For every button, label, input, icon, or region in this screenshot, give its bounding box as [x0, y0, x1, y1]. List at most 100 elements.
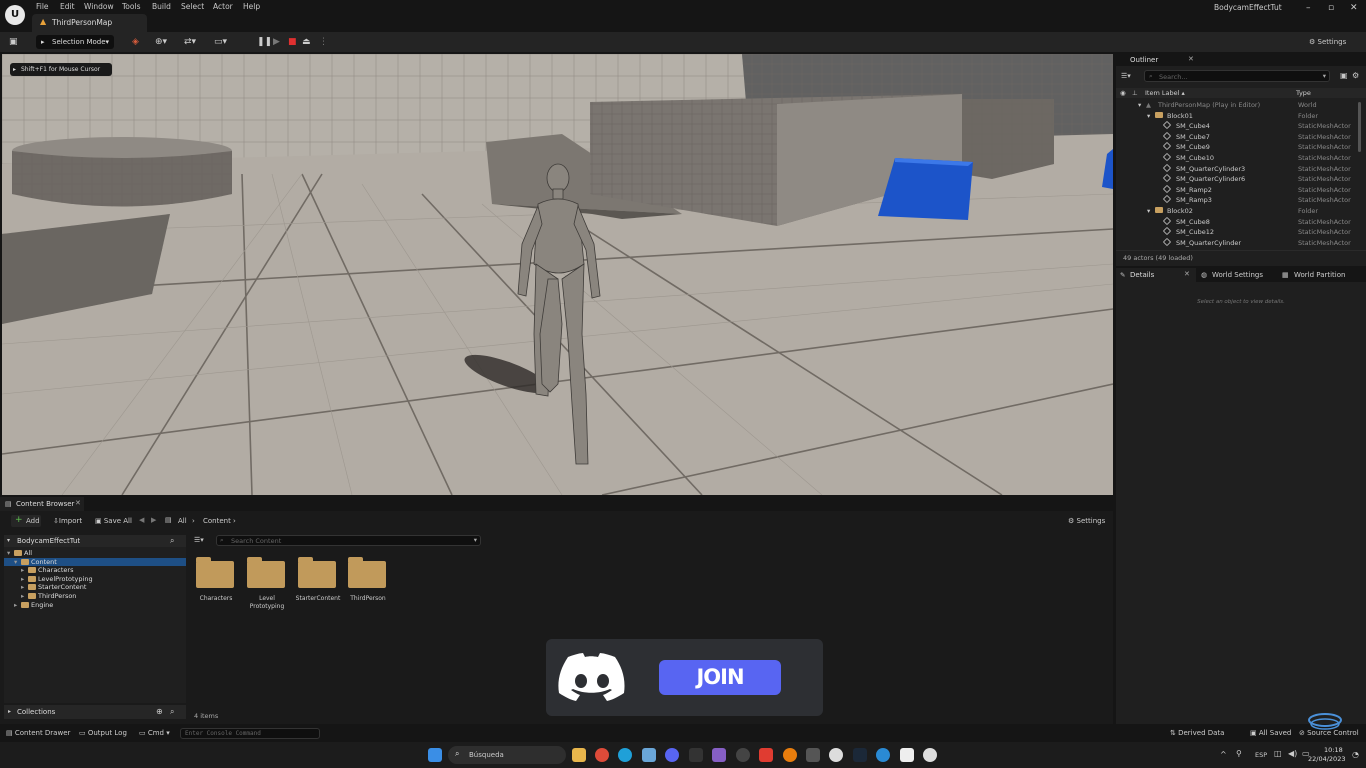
steam-icon[interactable]	[853, 748, 867, 762]
menu-build[interactable]: Build	[152, 2, 171, 11]
maximize-button[interactable]: ▫	[1328, 3, 1334, 13]
all-saved-button[interactable]: ▣ All Saved	[1250, 729, 1291, 737]
new-folder-icon[interactable]: ▣	[1340, 71, 1348, 80]
join-button[interactable]: JOIN	[659, 660, 781, 695]
selection-mode-dropdown[interactable]: ▸ Selection Mode ▾	[36, 35, 114, 49]
chevron-up-icon[interactable]: ^	[1220, 750, 1227, 759]
visibility-icon[interactable]: ◉	[1120, 89, 1126, 97]
microphone-icon[interactable]: ⚲	[1236, 749, 1242, 758]
cmd-dropdown[interactable]: ▭ Cmd ▾	[139, 729, 170, 737]
chrome-icon[interactable]	[595, 748, 609, 762]
breadcrumb-chevron[interactable]: ›	[233, 517, 236, 525]
cb-settings-button[interactable]: ⚙ Settings	[1068, 517, 1105, 525]
close-icon[interactable]: ✕	[75, 499, 81, 507]
unity-icon[interactable]	[806, 748, 820, 762]
filter-icon[interactable]: ☰▾	[1121, 72, 1131, 80]
settings-button[interactable]: ⚙ Settings	[1309, 35, 1346, 49]
blender-icon[interactable]	[783, 748, 797, 762]
content-drawer-button[interactable]: ▤ Content Drawer	[6, 729, 70, 737]
pin-icon[interactable]: ⊥	[1132, 89, 1138, 97]
breadcrumb-content[interactable]: Content	[203, 517, 231, 525]
discord-join-overlay[interactable]: JOIN	[546, 639, 823, 716]
clock-date[interactable]: 22/04/2023	[1308, 755, 1345, 763]
menu-actor[interactable]: Actor	[213, 2, 233, 11]
expand-icon[interactable]: ▸	[21, 583, 24, 592]
expand-icon[interactable]: ▸	[21, 575, 24, 584]
folder-tree-item[interactable]: ▸ LevelPrototyping	[4, 575, 186, 584]
outliner-row[interactable]: ▾ Block01 Folder	[1116, 111, 1356, 122]
expand-icon[interactable]: ▾	[14, 558, 17, 567]
expand-icon[interactable]: ▾	[1147, 206, 1150, 217]
outliner-row[interactable]: SM_Cube10 StaticMeshActor	[1116, 152, 1356, 164]
expand-icon[interactable]: ▸	[21, 592, 24, 601]
folder-tree-item[interactable]: ▸ Characters	[4, 566, 186, 575]
cinematics-icon[interactable]: ▭▾	[214, 35, 227, 49]
col-item-label[interactable]: Item Label ▴	[1145, 89, 1185, 97]
tab-content-browser[interactable]: ▤ Content Browser ✕	[0, 497, 84, 511]
taskbar-search[interactable]: ⌕ Búsqueda	[448, 746, 566, 764]
unreal-launcher-icon[interactable]	[829, 748, 843, 762]
console-input[interactable]: Enter Console Command	[180, 728, 320, 739]
notification-icon[interactable]: ◔	[1352, 750, 1359, 759]
mail-icon[interactable]	[642, 748, 656, 762]
screen-recorder-icon[interactable]	[759, 748, 773, 762]
modes-icon[interactable]: ◈	[132, 35, 139, 49]
outliner-title[interactable]: Outliner	[1130, 56, 1158, 64]
import-button[interactable]: ⇩Import	[53, 517, 82, 525]
play-icon[interactable]: ▶	[273, 35, 280, 49]
folder-tree-item[interactable]: ▸ StarterContent	[4, 583, 186, 592]
folder-tree-item[interactable]: ▾ Content	[4, 557, 186, 567]
eject-icon[interactable]: ⏏	[302, 35, 311, 49]
menu-edit[interactable]: Edit	[60, 2, 75, 11]
minimize-button[interactable]: –	[1306, 3, 1311, 13]
start-icon[interactable]	[428, 748, 442, 762]
outliner-scrollbar[interactable]	[1358, 102, 1361, 152]
forward-icon[interactable]: ▶	[151, 516, 156, 524]
level-viewport[interactable]: ▸ Shift+F1 for Mouse Cursor	[2, 54, 1113, 495]
map-tab[interactable]: ▲ ThirdPersonMap	[32, 14, 147, 32]
collections-bar[interactable]: ▸ Collections ⊕ ⌕	[4, 705, 186, 719]
pause-icon[interactable]: ❚❚	[257, 35, 272, 49]
output-log-button[interactable]: ▭ Output Log	[79, 729, 127, 737]
more-icon[interactable]: ⋮	[319, 35, 328, 49]
outliner-row[interactable]: SM_Cube12 StaticMeshActor	[1116, 226, 1356, 238]
outliner-row[interactable]: SM_Cube8 StaticMeshActor	[1116, 216, 1356, 228]
outliner-row[interactable]: ▾ Block02 Folder	[1116, 206, 1356, 217]
expand-icon[interactable]: ▾	[7, 549, 10, 558]
unreal-logo-icon[interactable]: U	[5, 5, 25, 25]
search-icon[interactable]: ⌕	[170, 536, 174, 546]
search-icon[interactable]: ⌕	[170, 707, 174, 717]
clock-time[interactable]: 10:18	[1324, 746, 1343, 754]
tab-world-settings[interactable]: ◍ World Settings	[1198, 268, 1278, 282]
expand-icon[interactable]: ▸	[21, 566, 24, 575]
menu-window[interactable]: Window	[84, 2, 114, 11]
visual-studio-icon[interactable]	[712, 748, 726, 762]
outliner-row[interactable]: ▾ ▲ ThirdPersonMap (Play in Editor) World	[1116, 100, 1356, 111]
menu-tools[interactable]: Tools	[122, 2, 140, 11]
file-explorer-icon[interactable]	[572, 748, 586, 762]
add-button[interactable]: + Add	[11, 515, 41, 527]
folder-tree-item[interactable]: ▸ Engine	[4, 601, 186, 610]
menu-file[interactable]: File	[36, 2, 49, 11]
outliner-row[interactable]: SM_QuarterCylinder3 StaticMeshActor	[1116, 163, 1356, 175]
maps-icon[interactable]	[876, 748, 890, 762]
discord-icon[interactable]	[665, 748, 679, 762]
save-icon[interactable]: ▣	[9, 35, 18, 49]
stop-icon[interactable]: ■	[288, 35, 297, 49]
language-indicator[interactable]: ESP	[1255, 751, 1267, 759]
outliner-row[interactable]: SM_QuarterCylinder6 StaticMeshActor	[1116, 173, 1356, 185]
outliner-row[interactable]: SM_Cube7 StaticMeshActor	[1116, 131, 1356, 143]
save-all-button[interactable]: ▣ Save All	[95, 517, 132, 525]
outliner-row[interactable]: SM_Ramp2 StaticMeshActor	[1116, 184, 1356, 196]
expand-icon[interactable]: ▾	[1138, 100, 1141, 111]
breadcrumb-all[interactable]: All	[178, 517, 187, 525]
edge-icon[interactable]	[618, 748, 632, 762]
notion-icon[interactable]	[900, 748, 914, 762]
close-icon[interactable]: ✕	[1184, 270, 1190, 278]
volume-icon[interactable]: ◀)	[1288, 749, 1297, 758]
close-icon[interactable]: ✕	[1188, 55, 1194, 63]
epic-games-icon[interactable]	[689, 748, 703, 762]
expand-icon[interactable]: ▾	[1147, 111, 1150, 122]
menu-help[interactable]: Help	[243, 2, 260, 11]
menu-select[interactable]: Select	[181, 2, 204, 11]
